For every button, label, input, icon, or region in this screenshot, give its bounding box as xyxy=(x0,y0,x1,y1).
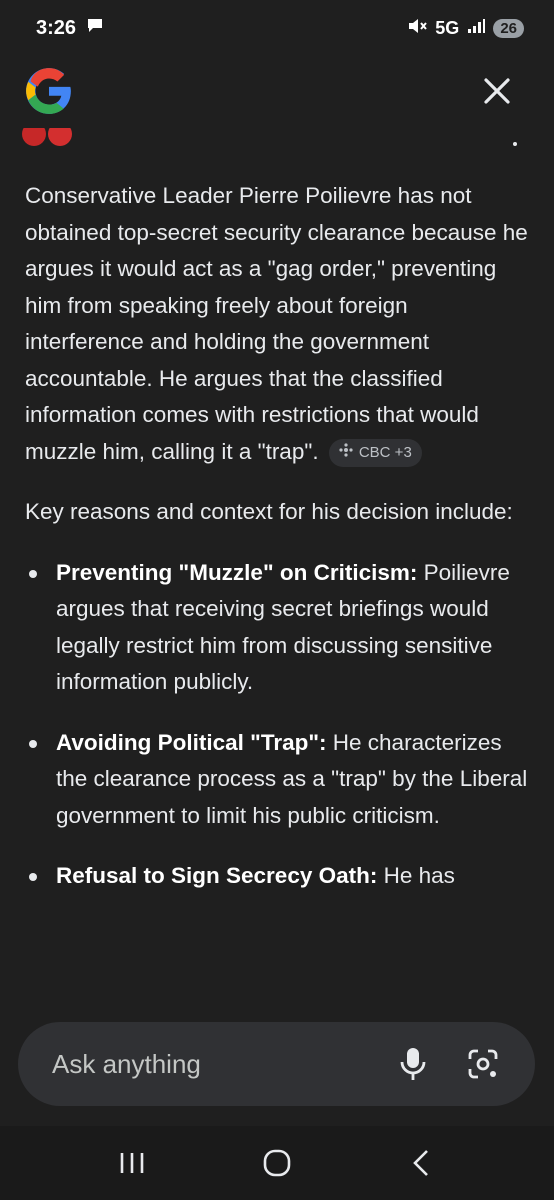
source-strip xyxy=(0,128,554,154)
home-button[interactable] xyxy=(252,1138,302,1188)
answer-content: Conservative Leader Pierre Poilievre has… xyxy=(25,178,530,919)
back-button[interactable] xyxy=(397,1138,447,1188)
status-time: 3:26 xyxy=(36,16,77,39)
ask-input[interactable] xyxy=(50,1047,393,1081)
ask-bar xyxy=(18,1022,535,1106)
answer-paragraph-2: Key reasons and context for his decision… xyxy=(25,499,513,524)
close-button[interactable] xyxy=(480,74,514,108)
signal-icon xyxy=(467,18,486,39)
recents-icon xyxy=(121,1153,144,1173)
source-chip-label: CBC +3 xyxy=(358,443,412,461)
list-item: Avoiding Political "Trap": He characteri… xyxy=(25,725,530,835)
back-icon xyxy=(412,1150,428,1176)
system-nav-bar xyxy=(0,1126,554,1200)
chat-bubble-icon xyxy=(86,16,104,40)
list-item-title: Preventing "Muzzle" on Criticism: xyxy=(56,559,418,585)
list-item-text: He has xyxy=(377,863,455,888)
close-icon xyxy=(484,78,510,104)
recents-button[interactable] xyxy=(107,1138,157,1188)
microphone-icon xyxy=(400,1048,426,1080)
reasons-list: Preventing "Muzzle" on Criticism: Poilie… xyxy=(25,555,530,895)
mute-icon xyxy=(407,17,428,40)
home-icon xyxy=(263,1149,291,1177)
network-label: 5G xyxy=(435,17,460,38)
status-bar: 3:26 5G 26 xyxy=(0,0,554,56)
battery-badge: 26 xyxy=(493,18,524,38)
google-g-logo-icon xyxy=(26,68,71,114)
header xyxy=(0,56,554,136)
lens-camera-icon xyxy=(468,1049,498,1079)
list-item: Refusal to Sign Secrecy Oath: He has xyxy=(25,858,530,895)
list-item-title: Refusal to Sign Secrecy Oath: xyxy=(56,863,378,888)
voice-search-button[interactable] xyxy=(393,1044,433,1084)
answer-paragraph-1: Conservative Leader Pierre Poilievre has… xyxy=(25,178,530,470)
list-item: Preventing "Muzzle" on Criticism: Poilie… xyxy=(25,555,530,701)
lens-button[interactable] xyxy=(463,1044,503,1084)
list-item-title: Avoiding Political "Trap": xyxy=(56,729,327,755)
answer-paragraph-1-text: Conservative Leader Pierre Poilievre has… xyxy=(25,183,528,464)
source-chip[interactable]: CBC +3 xyxy=(328,438,422,467)
cbc-logo-icon xyxy=(339,442,353,463)
